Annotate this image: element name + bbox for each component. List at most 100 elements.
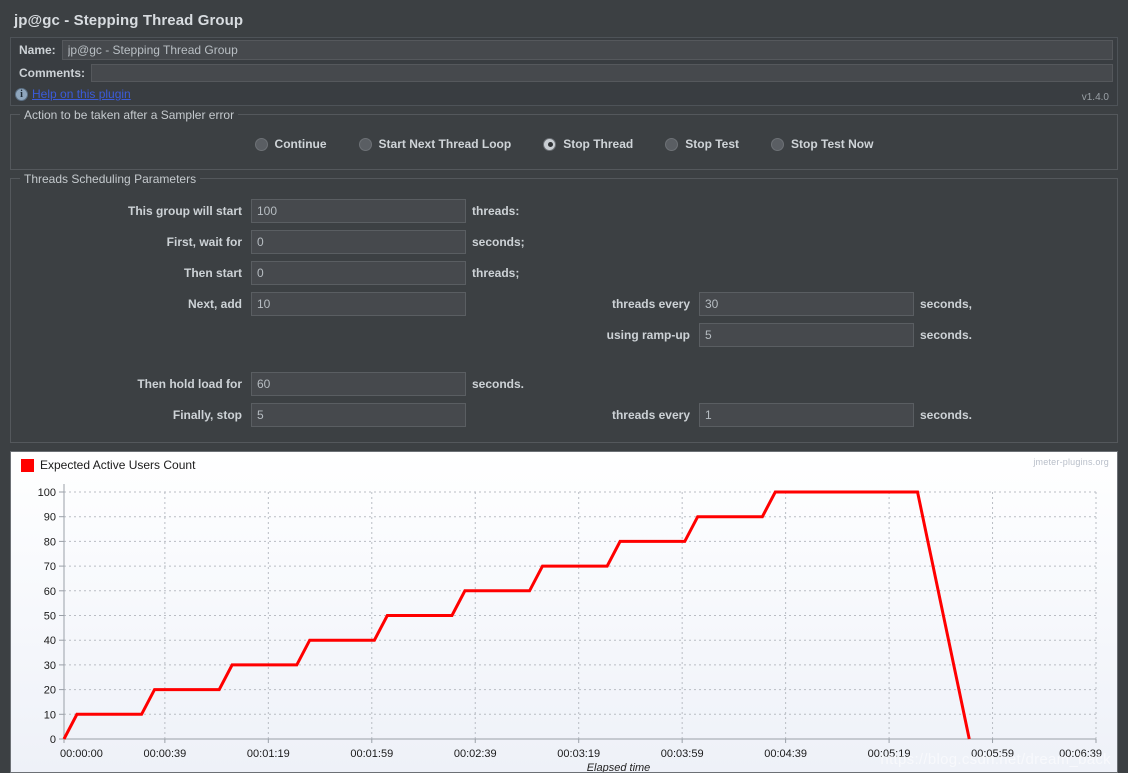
svg-text:20: 20 <box>44 685 56 697</box>
ramp-up-input[interactable] <box>699 322 914 347</box>
header-box: Name: Comments: i Help on this plugin v1… <box>10 37 1118 106</box>
svg-text:60: 60 <box>44 586 56 598</box>
row-then-hold-load-for: Then hold load for seconds. <box>19 368 1109 399</box>
svg-text:80: 80 <box>44 536 56 548</box>
threads-scheduling-group-label: Threads Scheduling Parameters <box>20 172 201 186</box>
svg-text:50: 50 <box>44 611 56 623</box>
start-users-count-input[interactable] <box>251 260 466 285</box>
scheduling-rows: This group will start threads: First, wa… <box>19 193 1109 434</box>
row-spacer <box>19 350 1109 368</box>
name-label: Name: <box>19 43 56 57</box>
radio-label: Stop Test <box>685 137 740 151</box>
row-suffix: seconds. <box>472 376 525 391</box>
svg-text:00:02:39: 00:02:39 <box>454 748 497 760</box>
expected-users-line-chart: 0 10 20 30 40 50 60 70 80 90 100 00:00:00 00:00:39 00… <box>38 484 1102 760</box>
total-threads-input[interactable] <box>251 198 466 223</box>
row-input-wrap <box>251 229 466 254</box>
radio-stop-test[interactable]: Stop Test <box>665 137 739 151</box>
row-mid-label: threads every <box>611 296 690 311</box>
svg-text:00:01:59: 00:01:59 <box>350 748 393 760</box>
svg-text:00:03:19: 00:03:19 <box>557 748 600 760</box>
row-mid-suffix: seconds, <box>920 296 973 311</box>
stepping-thread-group-window: jp@gc - Stepping Thread Group Name: Comm… <box>0 0 1128 773</box>
name-row: Name: <box>11 38 1117 62</box>
row-suffix: seconds; <box>472 234 525 249</box>
svg-text:30: 30 <box>44 660 56 672</box>
row-mid-label: using ramp-up <box>606 327 690 342</box>
row-input-wrap <box>251 371 466 396</box>
version-label: v1.4.0 <box>1081 92 1109 103</box>
row-mid-suffix: seconds. <box>920 327 973 342</box>
incr-users-count-input[interactable] <box>251 291 466 316</box>
row-label: Finally, stop <box>172 407 242 422</box>
comments-row: Comments: <box>11 62 1117 84</box>
row-input-wrap <box>251 402 466 427</box>
row-suffix: threads: <box>472 203 520 218</box>
threads-scheduling-group: Threads Scheduling Parameters This group… <box>10 172 1118 443</box>
row-mid-suffix: seconds. <box>920 407 973 422</box>
radio-label: Stop Test Now <box>791 137 874 151</box>
decr-users-count-input[interactable] <box>251 402 466 427</box>
row-suffix: threads; <box>472 265 520 280</box>
row-label: First, wait for <box>166 234 242 249</box>
row-finally-stop: Finally, stop threads every seconds. <box>19 399 1109 430</box>
row-label: Then start <box>183 265 242 280</box>
row-label: This group will start <box>127 203 242 218</box>
row-label: Then hold load for <box>137 376 242 391</box>
row-input-wrap <box>251 291 466 316</box>
row-this-group-will-start: This group will start threads: <box>19 195 1109 226</box>
info-icon: i <box>15 87 28 101</box>
help-row: i Help on this plugin v1.4.0 <box>11 84 1117 105</box>
radio-circle-selected-icon <box>543 137 557 151</box>
help-on-this-plugin-link[interactable]: Help on this plugin <box>32 87 131 101</box>
expected-users-chart-panel: Expected Active Users Count jmeter-plugi… <box>10 451 1118 773</box>
row-using-ramp-up: using ramp-up seconds. <box>19 319 1109 350</box>
radio-start-next-thread-loop[interactable]: Start Next Thread Loop <box>358 137 512 151</box>
radio-circle-icon <box>358 137 372 151</box>
row-mid-label: threads every <box>611 407 690 422</box>
svg-text:70: 70 <box>44 561 56 573</box>
row-mid-input-wrap <box>699 291 914 316</box>
row-then-start: Then start threads; <box>19 257 1109 288</box>
radio-continue[interactable]: Continue <box>254 137 327 151</box>
svg-text:00:00:39: 00:00:39 <box>143 748 186 760</box>
radio-label: Continue <box>274 137 327 151</box>
sampler-error-action-group-label: Action to be taken after a Sampler error <box>20 108 239 122</box>
svg-text:90: 90 <box>44 512 56 524</box>
svg-text:10: 10 <box>44 709 56 721</box>
page-title: jp@gc - Stepping Thread Group <box>14 12 244 29</box>
row-mid-input-wrap <box>699 322 914 347</box>
radio-stop-thread[interactable]: Stop Thread <box>543 137 633 151</box>
comments-label: Comments: <box>19 66 86 80</box>
svg-text:100: 100 <box>38 487 56 499</box>
svg-text:00:01:19: 00:01:19 <box>247 748 290 760</box>
comments-input[interactable] <box>91 64 1113 82</box>
svg-text:00:05:19: 00:05:19 <box>868 748 911 760</box>
row-mid-input-wrap <box>699 402 914 427</box>
svg-text:00:04:39: 00:04:39 <box>764 748 807 760</box>
svg-text:00:06:39: 00:06:39 <box>1059 748 1102 760</box>
svg-text:0: 0 <box>50 734 56 746</box>
radio-circle-icon <box>254 137 268 151</box>
row-next-add: Next, add threads every seconds, <box>19 288 1109 319</box>
radio-label: Stop Thread <box>563 137 634 151</box>
radio-label: Start Next Thread Loop <box>378 137 512 151</box>
flight-time-input[interactable] <box>251 371 466 396</box>
row-input-wrap <box>251 198 466 223</box>
svg-text:00:03:59: 00:03:59 <box>661 748 704 760</box>
row-label: Next, add <box>187 296 242 311</box>
radio-circle-icon <box>771 137 785 151</box>
radio-circle-icon <box>665 137 679 151</box>
svg-text:00:00:00: 00:00:00 <box>60 748 103 760</box>
incr-interval-input[interactable] <box>699 291 914 316</box>
chart-x-axis-title: Elapsed time <box>586 762 651 773</box>
svg-text:40: 40 <box>44 635 56 647</box>
initial-delay-input[interactable] <box>251 229 466 254</box>
radio-stop-test-now[interactable]: Stop Test Now <box>771 137 873 151</box>
decr-interval-input[interactable] <box>699 402 914 427</box>
name-input[interactable] <box>61 40 1113 60</box>
sampler-error-radio-row: Continue Start Next Thread Loop Stop Thr… <box>19 129 1109 161</box>
row-first-wait-for: First, wait for seconds; <box>19 226 1109 257</box>
row-input-wrap <box>251 260 466 285</box>
sampler-error-action-group: Action to be taken after a Sampler error… <box>10 108 1118 170</box>
